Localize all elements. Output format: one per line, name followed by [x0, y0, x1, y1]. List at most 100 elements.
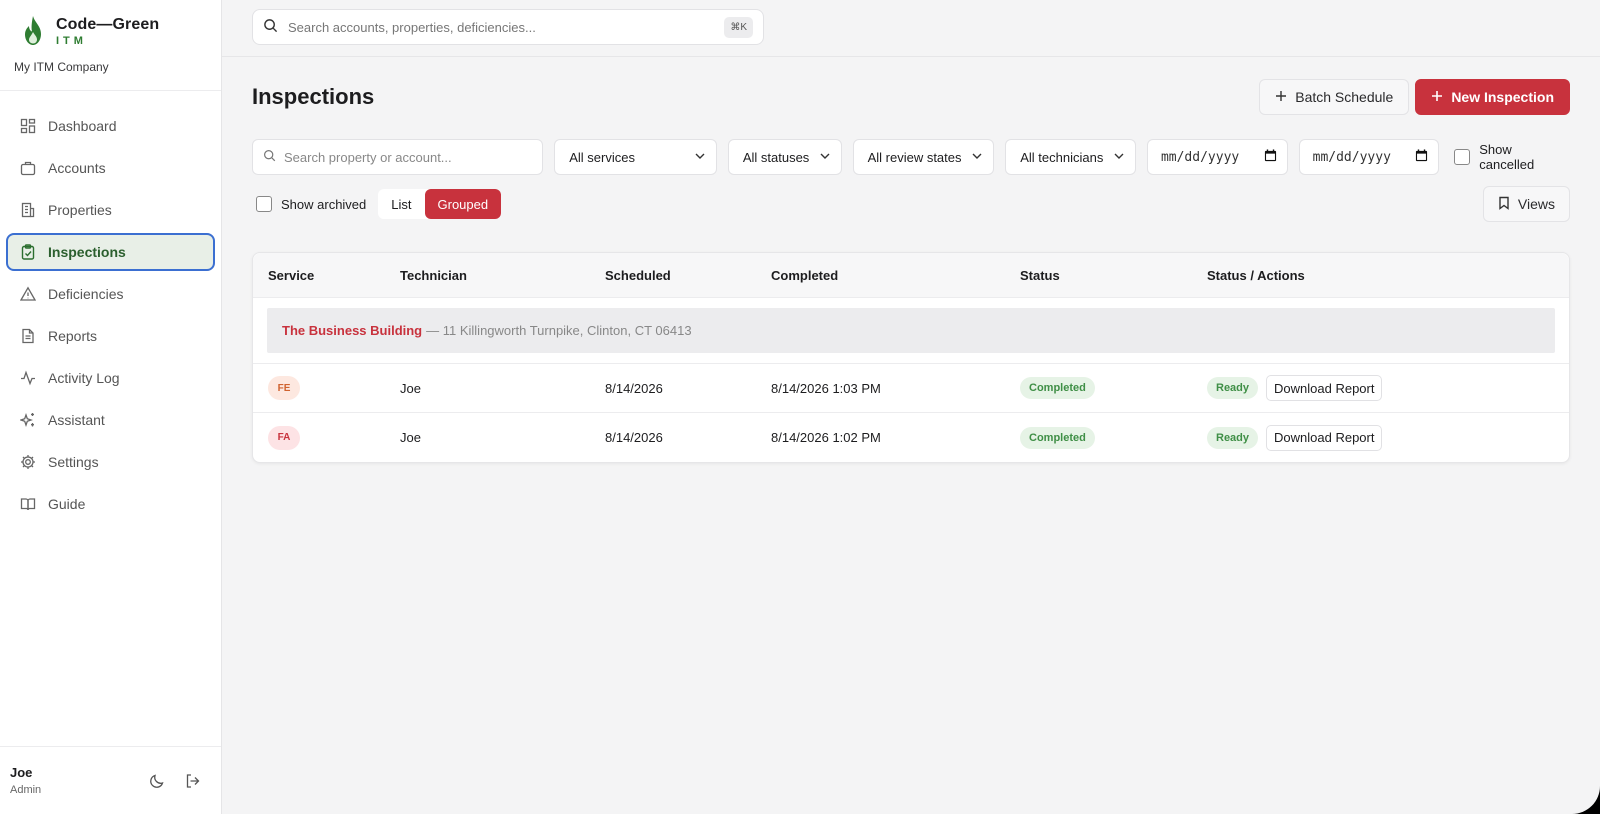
header-technician[interactable]: Technician: [400, 268, 605, 283]
sidebar-item-assistant[interactable]: Assistant: [6, 401, 215, 439]
download-report-button[interactable]: Download Report: [1266, 424, 1383, 451]
activity-icon: [20, 370, 36, 386]
show-archived-toggle[interactable]: Show archived: [256, 196, 366, 212]
chevron-down-icon: [971, 150, 983, 165]
sidebar-item-properties[interactable]: Properties: [6, 191, 215, 229]
sidebar-nav: Dashboard Accounts Properties Inspection…: [0, 91, 221, 746]
property-search[interactable]: [252, 139, 544, 175]
review-ready-badge: Ready: [1207, 426, 1259, 449]
inspections-table: Service Technician Scheduled Completed S…: [252, 252, 1570, 463]
header-completed[interactable]: Completed: [771, 268, 1020, 283]
show-cancelled-checkbox[interactable]: [1454, 149, 1471, 165]
view-grouped-button[interactable]: Grouped: [424, 189, 502, 219]
sidebar-item-label: Reports: [48, 328, 98, 344]
download-report-button[interactable]: Download Report: [1266, 375, 1383, 401]
property-search-input[interactable]: [284, 149, 533, 165]
moon-icon[interactable]: [147, 771, 167, 791]
view-controls: Show archived List Grouped Views: [252, 186, 1570, 222]
date-from-placeholder: mm/dd/yyyy: [1160, 149, 1240, 165]
sidebar-item-deficiencies[interactable]: Deficiencies: [6, 275, 215, 313]
sparkles-icon: [20, 412, 36, 428]
topbar: ⌘K: [222, 0, 1600, 57]
plus-icon: [1275, 89, 1287, 105]
status-badge: Completed: [1020, 426, 1095, 449]
search-icon: [263, 18, 278, 36]
user-role: Admin: [10, 784, 42, 796]
date-from-input[interactable]: mm/dd/yyyy: [1146, 139, 1288, 175]
chevron-down-icon: [694, 150, 706, 165]
sidebar-item-reports[interactable]: Reports: [6, 317, 215, 355]
review-states-select[interactable]: All review states: [852, 139, 995, 175]
show-archived-checkbox[interactable]: [256, 196, 272, 212]
show-cancelled-label: Show cancelled: [1479, 142, 1535, 172]
scheduled-cell: 8/14/2026: [605, 380, 663, 396]
header-status[interactable]: Status: [1020, 268, 1207, 283]
date-to-placeholder: mm/dd/yyyy: [1312, 149, 1391, 165]
briefcase-icon: [20, 160, 36, 176]
gear-icon: [20, 454, 36, 470]
scheduled-cell: 8/14/2026: [605, 430, 663, 445]
chevron-down-icon: [1113, 150, 1125, 165]
sidebar-item-settings[interactable]: Settings: [6, 443, 215, 481]
batch-schedule-button[interactable]: Batch Schedule: [1259, 79, 1410, 115]
user-panel: Joe Admin: [0, 746, 221, 814]
filter-bar: All services All statuses All review sta…: [252, 139, 1570, 175]
service-badge: FE: [268, 376, 300, 400]
views-button[interactable]: Views: [1482, 186, 1570, 222]
new-inspection-button[interactable]: New Inspection: [1415, 79, 1570, 115]
sidebar-item-label: Guide: [48, 496, 86, 512]
services-select[interactable]: All services: [554, 139, 717, 175]
sidebar-item-accounts[interactable]: Accounts: [6, 149, 215, 187]
sidebar-item-label: Accounts: [48, 160, 106, 176]
view-mode-toggle: List Grouped: [378, 189, 502, 219]
statuses-select[interactable]: All statuses: [727, 139, 842, 175]
status-badge: Completed: [1020, 377, 1095, 399]
search-icon: [263, 149, 276, 165]
brand-row[interactable]: Code—Green ITM: [14, 14, 207, 48]
main-area: ⌘K Inspections Batch Schedule: [222, 0, 1600, 814]
group-property-link[interactable]: The Business Building: [282, 323, 422, 338]
sidebar-item-guide[interactable]: Guide: [6, 485, 215, 523]
book-open-icon: [20, 496, 36, 512]
global-search-input[interactable]: [288, 19, 715, 35]
table-row[interactable]: FA Joe 8/14/2026 8/14/2026 1:02 PM Compl…: [253, 413, 1569, 462]
table-header: Service Technician Scheduled Completed S…: [253, 253, 1569, 298]
sidebar-item-activity-log[interactable]: Activity Log: [6, 359, 215, 397]
logout-icon[interactable]: [183, 771, 203, 791]
header-service[interactable]: Service: [268, 268, 400, 283]
table-row[interactable]: FE Joe 8/14/2026 8/14/2026 1:03 PM Compl…: [253, 364, 1569, 413]
page-title: Inspections: [252, 84, 375, 109]
calendar-icon: [1415, 148, 1428, 166]
view-list-button[interactable]: List: [378, 189, 424, 219]
warning-triangle-icon: [20, 286, 36, 302]
company-name: My ITM Company: [14, 60, 109, 74]
sidebar: Code—Green ITM My ITM Company Dashboard …: [0, 0, 222, 814]
views-label: Views: [1517, 196, 1555, 212]
calendar-icon: [1264, 148, 1277, 166]
show-cancelled-toggle[interactable]: Show cancelled: [1454, 142, 1570, 172]
date-to-input[interactable]: mm/dd/yyyy: [1298, 139, 1440, 175]
new-inspection-label: New Inspection: [1451, 89, 1554, 105]
completed-cell: 8/14/2026 1:02 PM: [771, 430, 881, 445]
header-status-actions: Status / Actions: [1207, 267, 1305, 283]
group-header-wrap: The Business Building — 11 Killingworth …: [253, 298, 1569, 364]
brand-subtitle: ITM: [56, 34, 87, 47]
technicians-select[interactable]: All technicians: [1005, 139, 1136, 175]
batch-schedule-label: Batch Schedule: [1295, 89, 1394, 105]
file-text-icon: [20, 328, 36, 344]
service-badge: FA: [268, 425, 300, 450]
building-icon: [20, 202, 36, 218]
sidebar-item-dashboard[interactable]: Dashboard: [6, 107, 215, 145]
sidebar-item-inspections[interactable]: Inspections: [6, 233, 215, 271]
header-scheduled[interactable]: Scheduled: [605, 268, 771, 283]
sidebar-item-label: Inspections: [48, 244, 126, 260]
services-select-value: All services: [569, 149, 635, 165]
sidebar-item-label: Properties: [48, 202, 112, 218]
review-states-select-value: All review states: [867, 149, 962, 165]
brand-block: Code—Green ITM My ITM Company: [0, 0, 221, 91]
global-search[interactable]: ⌘K: [252, 9, 764, 45]
technician-cell: Joe: [400, 380, 421, 396]
shortcut-hint: ⌘K: [724, 16, 753, 38]
group-property-address: — 11 Killingworth Turnpike, Clinton, CT …: [426, 323, 692, 338]
app-window: Code—Green ITM My ITM Company Dashboard …: [0, 0, 1600, 814]
